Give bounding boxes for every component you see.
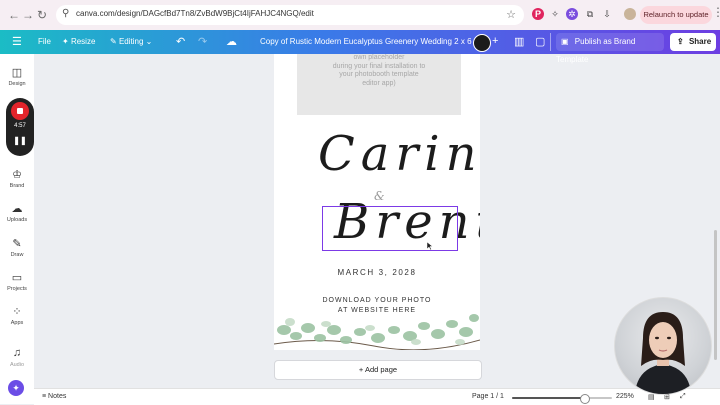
notes-label: Notes	[48, 393, 67, 400]
collaborator-avatar[interactable]	[473, 34, 491, 52]
forward-icon[interactable]: →	[22, 8, 34, 22]
sidebar-item-apps[interactable]: ⁘ Apps	[0, 305, 34, 326]
canvas-scrollbar[interactable]	[714, 230, 717, 360]
bottom-bar: ≡ Notes Page 1 / 1 225% ▤ ⊞ ⤢	[34, 388, 720, 405]
profile-avatar[interactable]	[624, 8, 636, 20]
redo-icon[interactable]: ↷	[198, 35, 207, 48]
extension-icon[interactable]: ✧	[549, 8, 561, 20]
design-page[interactable]: own placeholder during your final instal…	[274, 54, 480, 350]
sidebar-item-draw[interactable]: ✎ Draw	[0, 237, 34, 258]
sidebar-item-label: Design	[8, 81, 26, 87]
sidebar-item-label: Brand	[9, 183, 25, 189]
sidebar-item-label: Uploads	[6, 217, 28, 223]
extensions-puzzle-icon[interactable]: ⧉	[584, 8, 596, 20]
sidebar-item-label: Projects	[7, 286, 27, 292]
notes-icon: ≡	[42, 393, 47, 400]
editor-toolbar: ☰ File ✦ Resize ✎ Editing ⌄ ↶ ↷ ☁ Copy o…	[0, 30, 720, 64]
zoom-slider-fill	[512, 397, 584, 399]
pause-recording-button[interactable]: ❚❚	[6, 136, 34, 145]
sidebar-item-design[interactable]: ◫ Design	[0, 66, 34, 87]
recording-timer: 4:57	[14, 123, 26, 129]
downloads-icon[interactable]: ⇩	[601, 8, 613, 20]
share-icon: ⇪	[677, 37, 684, 46]
back-icon[interactable]: ←	[8, 8, 20, 22]
address-bar[interactable]: ⚲ canva.com/design/DAGcfBd7Tn8/ZvBdW9BjC…	[56, 5, 524, 25]
screen-recorder-widget: 4:57 ❚❚	[6, 98, 34, 156]
template-icon: ▣	[561, 37, 569, 46]
music-icon: ♫	[12, 347, 22, 359]
relaunch-button[interactable]: Relaunch to update	[640, 6, 712, 24]
bookmark-star-icon[interactable]: ☆	[506, 8, 516, 21]
editing-label: Editing	[118, 37, 144, 46]
placeholder-line: your photobooth template	[339, 71, 419, 78]
selection-box[interactable]	[322, 206, 458, 251]
resize-icon: ✦	[62, 37, 69, 46]
browser-menu-icon[interactable]: ⋮	[712, 5, 720, 19]
sidebar-item-projects[interactable]: ▭ Projects	[0, 271, 34, 292]
resize-button[interactable]: ✦ Resize	[62, 37, 95, 46]
eucalyptus-leaves-graphic[interactable]	[274, 300, 480, 350]
sidebar-item-label: Apps	[10, 320, 24, 326]
sidebar-item-uploads[interactable]: ☁ Uploads	[0, 202, 34, 223]
mouse-cursor-icon	[427, 242, 433, 250]
sidebar-item-audio[interactable]: ♫ Audio	[0, 347, 34, 368]
toolbar-divider	[550, 33, 551, 51]
document-title[interactable]: Copy of Rustic Modern Eucalyptus Greener…	[260, 37, 480, 46]
analytics-icon[interactable]: ▥	[514, 35, 524, 48]
placeholder-line: during your final installation to	[332, 62, 426, 70]
magic-assistant-icon[interactable]: ✦	[8, 380, 24, 396]
folder-icon: ▭	[11, 272, 23, 284]
placeholder-line: own placeholder	[353, 54, 405, 61]
sidebar-item-brand[interactable]: ♔ Brand	[0, 168, 34, 189]
stop-recording-button[interactable]	[11, 102, 29, 120]
reload-icon[interactable]: ↻	[37, 8, 47, 22]
photo-placeholder[interactable]: own placeholder during your final instal…	[297, 54, 461, 115]
brand-icon: ♔	[12, 169, 22, 181]
pencil-icon: ✎	[110, 37, 117, 46]
menu-icon[interactable]: ☰	[12, 35, 22, 48]
layout-icon: ◫	[11, 67, 23, 79]
pen-icon: ✎	[12, 238, 22, 250]
apps-icon: ⁘	[12, 306, 22, 318]
chevron-down-icon: ⌄	[145, 37, 153, 46]
zoom-level[interactable]: 225%	[616, 393, 634, 400]
presenter-avatar	[635, 312, 691, 394]
site-info-icon[interactable]: ⚲	[62, 8, 69, 19]
webcam-overlay	[614, 297, 712, 395]
share-label: Share	[688, 37, 712, 46]
page-indicator[interactable]: Page 1 / 1	[472, 393, 504, 400]
placeholder-text: own placeholder during your final instal…	[297, 54, 461, 88]
cloud-upload-icon: ☁	[11, 203, 23, 215]
cloud-saved-icon[interactable]: ☁	[226, 35, 237, 48]
add-collaborator-icon[interactable]: +	[492, 35, 498, 47]
add-page-button[interactable]: + Add page	[274, 360, 482, 380]
comment-icon[interactable]: ▢	[535, 35, 545, 48]
url-text: canva.com/design/DAGcfBd7Tn8/ZvBdW9BjCt4…	[76, 9, 314, 18]
fullscreen-icon[interactable]: ⤢	[680, 393, 686, 401]
extension-gear-icon[interactable]: ✲	[566, 8, 578, 20]
resize-label: Resize	[70, 37, 96, 46]
placeholder-line: editor app)	[362, 79, 396, 87]
sidebar-item-label: Audio	[9, 362, 25, 368]
first-name-text[interactable]: Carina	[318, 126, 480, 182]
editing-mode-button[interactable]: ✎ Editing ⌄	[110, 37, 152, 46]
zoom-slider-handle[interactable]	[580, 394, 590, 404]
undo-icon[interactable]: ↶	[176, 35, 185, 48]
browser-chrome: ← → ↻ ⚲ canva.com/design/DAGcfBd7Tn8/ZvB…	[0, 0, 720, 30]
file-menu[interactable]: File	[38, 37, 51, 46]
publish-brand-template-button[interactable]: ▣ Publish as Brand Template	[556, 33, 664, 64]
pinterest-extension-icon[interactable]: P	[532, 8, 544, 20]
notes-button[interactable]: ≡ Notes	[42, 393, 66, 400]
sidebar-item-label: Draw	[10, 252, 24, 258]
wedding-date[interactable]: MARCH 3, 2028	[274, 268, 480, 277]
zoom-slider[interactable]	[512, 394, 612, 404]
share-button[interactable]: ⇪ Share	[670, 33, 716, 51]
